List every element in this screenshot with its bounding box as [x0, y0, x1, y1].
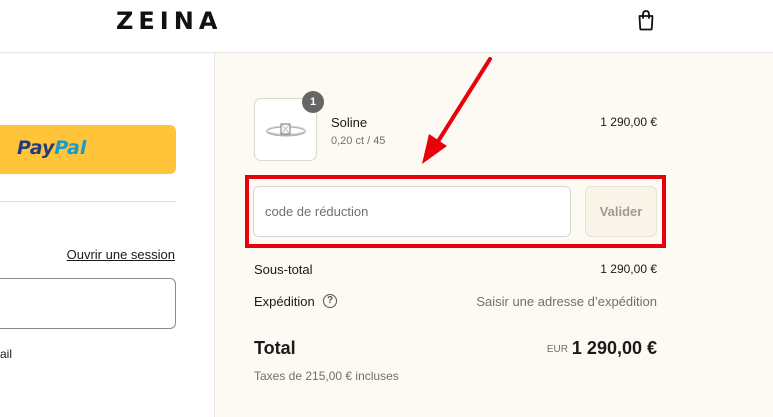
question-circle-icon[interactable]: ?: [323, 294, 337, 308]
shipping-value: Saisir une adresse d’expédition: [476, 294, 657, 309]
product-price: 1 290,00 €: [600, 115, 657, 129]
product-name: Soline: [331, 115, 368, 130]
checkout-form-column: PayPal Ouvrir une session ail: [0, 53, 215, 417]
apply-discount-button[interactable]: Valider: [585, 186, 657, 237]
site-header: ZEINA: [0, 0, 773, 53]
subtotal-value: 1 290,00 €: [600, 262, 657, 276]
paypal-logo-pay: Pay: [17, 137, 55, 159]
product-variant: 0,20 ct / 45: [331, 135, 386, 147]
paypal-button[interactable]: PayPal: [0, 125, 176, 174]
email-option-label: ail: [0, 347, 13, 361]
subtotal-label: Sous-total: [254, 262, 313, 277]
total-label: Total: [254, 338, 296, 358]
shopping-bag-icon[interactable]: [634, 8, 658, 32]
login-link[interactable]: Ouvrir une session: [67, 247, 175, 262]
brand-logo[interactable]: ZEINA: [116, 7, 222, 35]
divider: [0, 201, 176, 202]
tax-note: Taxes de 215,00 € incluses: [254, 369, 399, 383]
shipping-label: Expédition: [254, 294, 315, 309]
paypal-logo: PayPal: [17, 137, 86, 159]
email-field[interactable]: [0, 278, 176, 329]
quantity-badge: 1: [302, 91, 324, 113]
total-currency: EUR: [546, 344, 568, 355]
order-summary: 1 Soline 0,20 ct / 45 1 290,00 € Valider…: [215, 53, 773, 417]
discount-code-input[interactable]: [253, 186, 571, 237]
total-value: 1 290,00 €: [571, 338, 657, 358]
paypal-logo-pal: Pal: [54, 137, 87, 159]
